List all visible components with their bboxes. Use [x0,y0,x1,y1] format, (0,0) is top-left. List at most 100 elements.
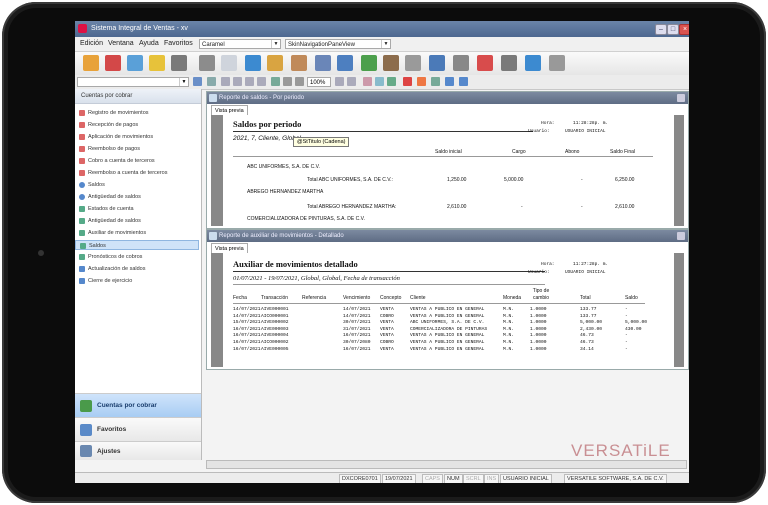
report-subtitle: 2021, 7, Cliente, Global [233,135,301,142]
menu-edicion[interactable]: Edición [80,40,103,47]
sidebar-item-saldos-reporte[interactable]: Saldos [75,240,199,250]
aux-cell: 2,430.00 [580,326,603,332]
sidebar-item-actualizacion-saldos[interactable]: Actualización de saldos [79,264,145,274]
prev-page-icon[interactable] [233,77,242,86]
nav-cuentas-por-cobrar[interactable]: Cuentas por cobrar [75,393,201,417]
status-bar: DXCORE0701 19/07/2021 CAPS NUM SCRL INS … [75,472,689,483]
search-combo[interactable]: ▼ [77,77,189,87]
sidebar-item-pronosticos[interactable]: Pronósticos de cobros [79,252,142,262]
user-group-icon[interactable] [337,55,353,71]
close-button[interactable]: × [679,24,689,35]
sidebar-item-saldos-consulta[interactable]: Saldos [79,180,105,190]
print-icon[interactable] [283,77,292,86]
skin-select-value: SkinNavigationPaneView [288,42,355,48]
zoom-out-icon[interactable] [347,77,356,86]
last-page-icon[interactable] [257,77,266,86]
zoom-in-icon[interactable] [335,77,344,86]
search-icon[interactable] [193,77,202,86]
cash-register-icon[interactable] [245,55,261,71]
sidebar-item-estados-cuenta[interactable]: Estados de cuenta [79,204,134,214]
horizontal-scrollbar[interactable] [206,460,687,469]
sidebar-item-aplicacion-movimientos[interactable]: Aplicación de movimientos [79,132,153,142]
document-icon[interactable] [315,55,331,71]
aux-cell: AIVE000004 [261,333,289,339]
sync-icon[interactable] [525,55,541,71]
sidebar-item-recepcion-pagos[interactable]: Recepción de pagos [79,120,138,130]
id-card-icon[interactable] [291,55,307,71]
sidebar-item-label: Saldos [88,182,105,188]
aux-cell: 133.77 [580,307,597,312]
sidebar-item-reembolso-terceros[interactable]: Reembolso a cuenta de terceros [79,168,168,178]
minimize-button[interactable]: – [655,24,667,35]
page-setup-icon[interactable] [271,77,280,86]
numbers-icon[interactable] [221,55,237,71]
usuario-value: USUARIO INICIAL [565,270,606,275]
power-icon[interactable] [417,77,426,86]
search-icon [79,193,85,200]
document-icon [79,121,85,128]
watermark-icon[interactable] [387,77,396,86]
box-icon[interactable] [267,55,283,71]
users-icon[interactable] [459,77,468,86]
sidebar-item-registro-movimientos[interactable]: Registro de movimientos [79,108,149,118]
nav-favoritos[interactable]: Favoritos [75,417,201,441]
sidebar-item-reembolso-pagos[interactable]: Reembolso de pagos [79,144,140,154]
sidebar-item-cierre-ejercicio[interactable]: Cierre de ejercicio [79,276,132,286]
tools-icon[interactable] [501,55,517,71]
cart-icon[interactable] [105,55,121,71]
aux-cell: 30/07/2080 [343,340,371,345]
money-icon[interactable] [361,55,377,71]
maximize-button[interactable]: □ [667,24,679,35]
sidebar-item-label: Antigüedad de saldos [88,218,141,224]
sidebar-item-antiguedad-consulta[interactable]: Antigüedad de saldos [79,192,141,202]
col-concepto: Concepto [380,295,402,301]
nav-ajustes[interactable]: Ajustes [75,441,201,460]
lock-icon[interactable] [431,77,440,86]
people-icon[interactable] [83,55,99,71]
aux-cell: 14/07/2021 [343,307,371,312]
bank-icon[interactable] [383,55,399,71]
refresh-icon[interactable] [127,55,143,71]
email-icon[interactable] [375,77,384,86]
user-icon[interactable] [445,77,454,86]
aux-cell: ABC UNIFORMES, S.A. DE C.V. [410,320,485,326]
barcode-icon[interactable] [199,55,215,71]
printer-icon[interactable] [171,55,187,71]
menu-ayuda[interactable]: Ayuda [139,40,159,47]
mobile-icon[interactable] [453,55,469,71]
calculator-icon[interactable] [405,55,421,71]
sidebar-item-auxiliar-movimientos[interactable]: Auxiliar de movimientos [79,228,146,238]
sidebar-item-label: Pronósticos de cobros [88,254,143,260]
phone-icon[interactable] [549,55,565,71]
export-icon[interactable] [363,77,372,86]
expand-icon[interactable] [207,77,216,86]
aux-cell: 16/07/2021 [233,333,261,339]
aux-cell: 14/07/2021 [233,313,261,319]
zoom-select[interactable]: 100% [307,77,331,87]
theme-select[interactable]: Caramel ▼ [199,39,281,49]
nav-label: Ajustes [97,448,121,455]
menu-ventana[interactable]: Ventana [108,40,134,47]
close-icon[interactable] [677,232,685,240]
customer-total-label: Total ABREGO HERNANDEZ MARTHA: [307,204,397,210]
report-icon [209,94,217,102]
menu-favoritos[interactable]: Favoritos [164,40,193,47]
next-page-icon[interactable] [245,77,254,86]
skin-select[interactable]: SkinNavigationPaneView ▼ [285,39,391,49]
preview-area: Saldos por periodo 2021, 7, Cliente, Glo… [211,115,684,226]
sidebar-item-antiguedad-reporte[interactable]: Antigüedad de saldos [79,216,141,226]
clock-icon[interactable] [477,55,493,71]
chevron-down-icon: ▼ [381,40,390,48]
close-icon[interactable] [677,94,685,102]
saldos-report-panel: Reporte de saldos - Por periodo Vista pr… [206,91,689,229]
first-page-icon[interactable] [221,77,230,86]
quick-print-icon[interactable] [295,77,304,86]
app-icon [78,24,87,33]
title-bar: Sistema Integral de Ventas - xv – □ × [75,21,689,37]
scale-icon[interactable] [429,55,445,71]
folder-icon[interactable] [149,55,165,71]
sidebar-item-label: Antigüedad de saldos [88,194,141,200]
close-preview-icon[interactable] [403,77,412,86]
sidebar-item-cobro-terceros[interactable]: Cobro a cuenta de terceros [79,156,155,166]
aux-cell: 31/07/2021 [343,326,371,332]
